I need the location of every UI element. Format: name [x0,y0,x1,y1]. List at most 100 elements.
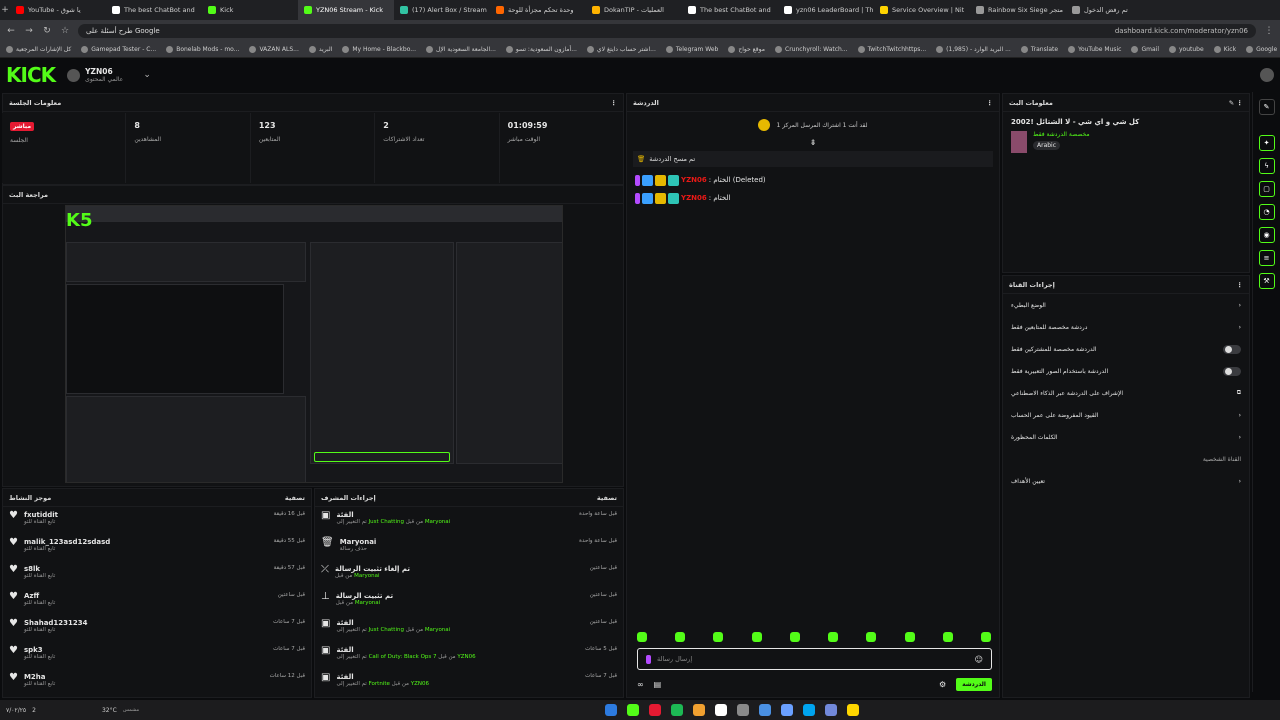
broadcast-icon[interactable]: ◉ [1258,227,1275,243]
chat-message[interactable]: YZN06: الختام (Deleted) [627,171,999,189]
browser-tab[interactable]: تم رفض الدخول [1066,0,1162,20]
back-icon[interactable]: ← [6,26,16,36]
browser-tab[interactable]: DokanTIP - العمليات [586,0,682,20]
chevron-down-icon[interactable]: ⌄ [142,70,152,80]
list-item[interactable]: ♥ s8lk تابع القناة للتو قبل 57 دقيقة [3,561,311,588]
toggle-switch[interactable] [1223,366,1241,376]
browser-tab[interactable]: yzn06 LeaderBoard | Th [778,0,874,20]
bookmark-item[interactable]: Kick [1213,46,1236,53]
taskbar-app-icon[interactable] [781,704,794,716]
activity-filter[interactable]: تصفية [285,494,305,502]
bookmark-item[interactable]: اشتر حساب دايتغ لاي... [586,46,656,53]
pin-icon[interactable]: ⇟ [627,138,999,147]
channel-switcher[interactable]: YZN06 عالمي المحتوى ⌄ [67,67,152,83]
channel-action-row[interactable]: تعيين الأهداف › [1003,470,1249,492]
channel-more-icon[interactable]: ⋮ [1237,281,1244,289]
channel-action-row[interactable]: الإشراف على الدردشة عبر الذكاء الاصطناعي… [1003,382,1249,404]
bolt-icon[interactable]: ϟ [1258,158,1275,174]
more-icon[interactable]: ⋮ [611,99,618,107]
chat-username[interactable]: YZN06 [681,194,707,202]
taskbar-app-icon[interactable] [627,704,640,716]
emote-icon[interactable] [828,632,839,642]
chevron-right-icon[interactable]: › [1239,324,1241,331]
list-icon[interactable]: ≡ [1258,250,1275,266]
emote-icon[interactable] [751,632,762,642]
mod-action-row[interactable]: ▣ الفئة تم التغيير إلى Call of Duty: Black… [315,642,623,669]
bookmark-item[interactable]: موقع حواح [728,46,765,53]
list-item[interactable]: ♥ fxutiddit تابع القناة للتو قبل 16 دقيقة [3,507,311,534]
bookmark-item[interactable]: Google [1246,46,1277,53]
bookmark-item[interactable]: Translate [1020,46,1058,53]
channel-action-row[interactable]: الوضع البطيء › [1003,294,1249,316]
mod-action-row[interactable]: 🗑 Maryonai حذف رسالة قبل ساعة واحدة [315,534,623,561]
emote-icon[interactable] [713,632,724,642]
browser-tab[interactable]: Kick [202,0,298,20]
wrench-icon[interactable]: ⚒ [1258,273,1275,289]
mod-filter[interactable]: تصفية [597,494,617,502]
channel-action-row[interactable]: الكلمات المحظورة › [1003,426,1249,448]
chat-bubble-icon[interactable]: ◔ [1258,204,1275,220]
channel-action-row[interactable]: الدردشة باستخدام الصور التعبيرية فقط [1003,360,1249,382]
user-avatar[interactable] [1260,68,1274,82]
stream-preview[interactable]: K5 [65,205,563,483]
taskbar-app-icon[interactable] [693,704,706,716]
taskbar-app-icon[interactable] [715,704,728,716]
chat-input[interactable]: إرسال رسالة ☺ [637,648,992,670]
bookmark-item[interactable]: Telegram Web [665,46,718,53]
mod-action-row[interactable]: ▣ الفئة تم التغيير إلى Just Chatting من قب… [315,507,623,534]
mod-action-row[interactable]: ▣ الفئة تم التغيير إلى Just Chatting من قب… [315,615,623,642]
new-tab-icon[interactable]: + [0,5,10,15]
star-icon[interactable]: ☆ [60,26,70,36]
list-item[interactable]: ♥ Shahad1231234 تابع القناة للتو قبل 7 ساعا… [3,615,311,642]
pencil-icon[interactable]: ✎ [1258,99,1275,115]
omnibox[interactable]: طرح أسئلة على Google dashboard.kick.com/… [78,24,1256,38]
taskbar-app-icon[interactable] [847,704,860,716]
toggle-switch[interactable] [1223,344,1241,354]
bookmark-item[interactable]: TwitchTwitchhttps... [857,46,926,53]
channel-action-row[interactable]: القيود المفروضة على عمر الحساب › [1003,404,1249,426]
emote-icon[interactable] [942,632,953,642]
taskbar-app-icon[interactable] [825,704,838,716]
list-item[interactable]: ♥ M2ha تابع القناة للتو قبل 12 ساعات [3,669,311,696]
pinned-banner[interactable]: لقد أنت 1 اشتراك المرسل المركز 1 [627,112,999,138]
chevron-right-icon[interactable]: › [1239,412,1241,419]
bookmark-item[interactable]: YouTube Music [1068,46,1121,53]
chat-message[interactable]: YZN06: الختام [627,189,999,207]
forward-icon[interactable]: → [24,26,34,36]
bookmark-item[interactable]: Bonelab Mods - mo... [166,46,239,53]
browser-tab[interactable]: YouTube - يا شوق [10,0,106,20]
emote-icon[interactable] [789,632,800,642]
browser-tab[interactable]: (17) Alert Box / Stream [394,0,490,20]
list-item[interactable]: ♥ malik_123asd12sdasd تابع القناة للتو قبل … [3,534,311,561]
chat-more-icon[interactable]: ⋮ [987,99,994,107]
mod-action-row[interactable]: ⤫ تم إلغاء تثبيت الرسالة من قبل Maryonai قب… [315,561,623,588]
bookmark-item[interactable]: Crunchyroll: Watch... [775,46,848,53]
bookmark-item[interactable]: (1,985) - البريد الوارد ... [936,46,1011,53]
taskbar-app-icon[interactable] [737,704,750,716]
kick-logo[interactable]: KICK [6,63,56,87]
chevron-right-icon[interactable]: › [1239,434,1241,441]
mod-action-row[interactable]: ▣ الفئة تم التغيير إلى Fortnite من قبل YZN… [315,669,623,696]
edit-icon[interactable]: ✎ ⋮ [1229,99,1243,107]
list-item[interactable]: ♥ spk3 تابع القناة للتو قبل 7 ساعات [3,642,311,669]
emote-icon[interactable] [904,632,915,642]
emote-icon[interactable] [980,632,991,642]
list-item[interactable]: ♥ Azff تابع القناة للتو قبل ساعتين [3,588,311,615]
channel-action-row[interactable]: دردشة مخصصة للمتابعين فقط › [1003,316,1249,338]
taskbar-app-icon[interactable] [671,704,684,716]
browser-tab[interactable]: Rainbow Six Siege متجر [970,0,1066,20]
bookmark-item[interactable]: Gamepad Tester - C... [81,46,156,53]
link-icon[interactable]: ∞ [637,680,644,689]
send-button[interactable]: الدردشة [956,677,992,691]
clipboard-icon[interactable]: ▢ [1258,181,1275,197]
browser-tab[interactable]: YZN06 Stream - Kick [298,0,394,20]
emote-icon[interactable] [675,632,686,642]
bookmark-item[interactable]: الجامعة السعودية الإل... [425,46,496,53]
chevron-right-icon[interactable]: › [1239,478,1241,485]
chat-username[interactable]: YZN06 [681,176,707,184]
browser-tab[interactable]: Service Overview | Nit [874,0,970,20]
emote-icon[interactable] [866,632,877,642]
external-link-icon[interactable]: ⧉ [1237,389,1241,397]
bookmark-item[interactable]: أمازون السعودية: تسو... [505,46,577,53]
taskbar-app-icon[interactable] [605,704,618,716]
